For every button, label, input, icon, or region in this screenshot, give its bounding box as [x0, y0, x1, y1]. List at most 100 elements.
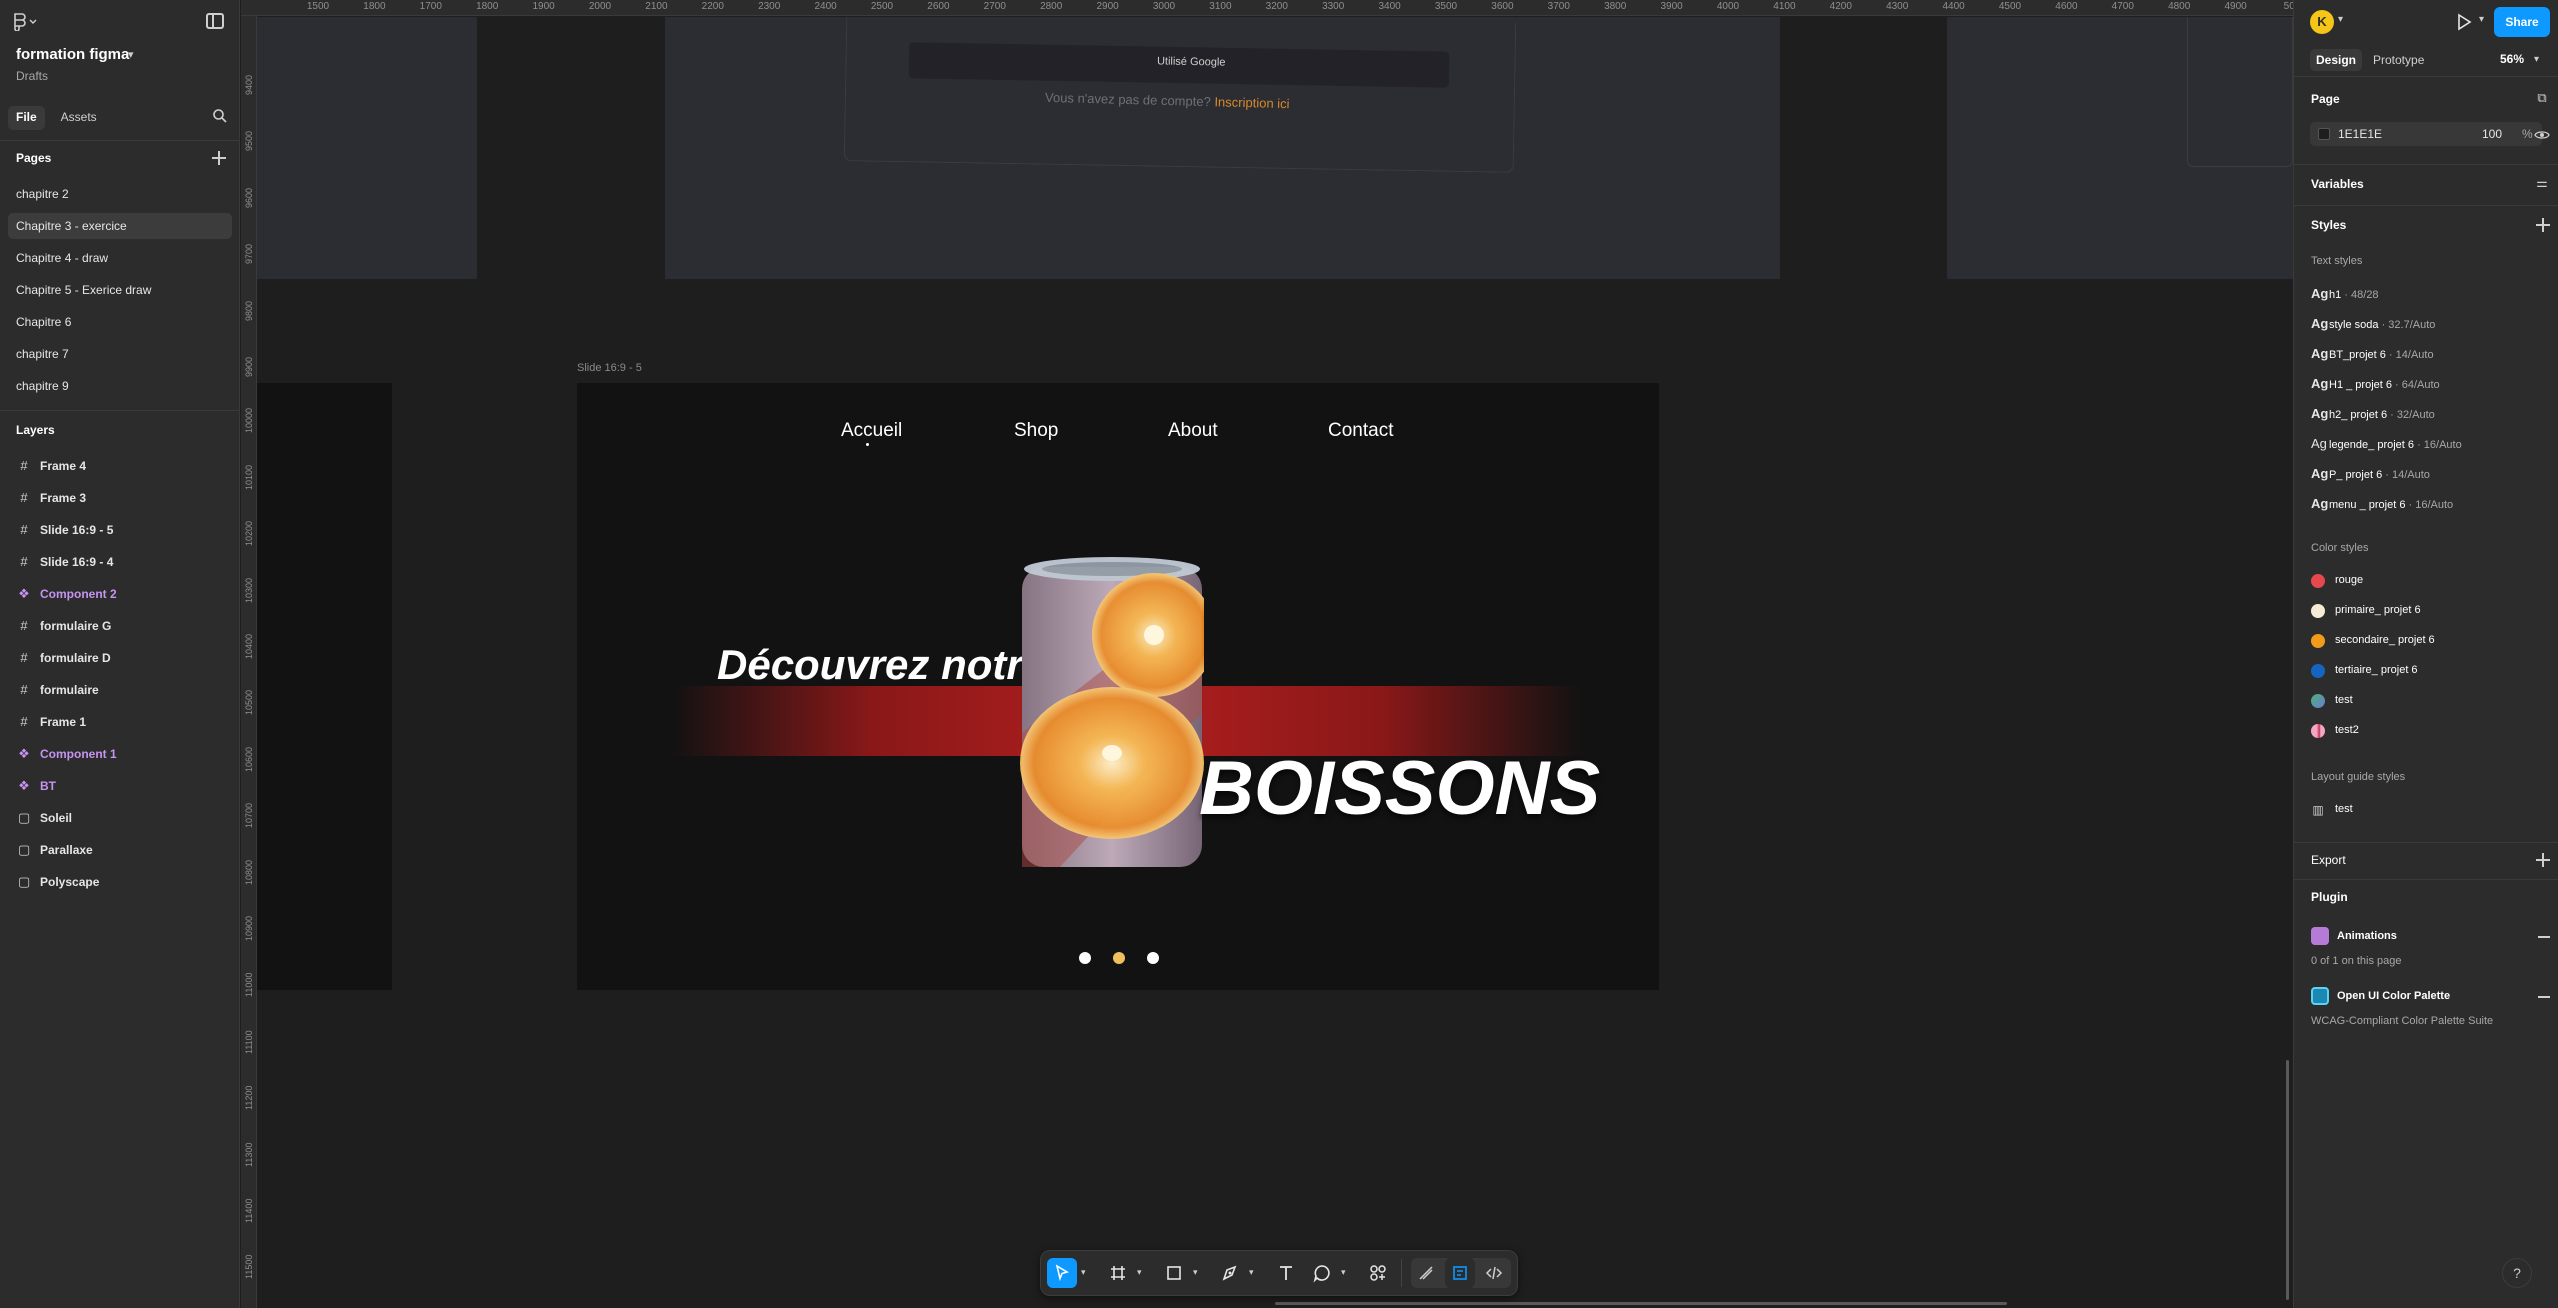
ruler-tick-label: 10700	[244, 803, 254, 829]
frame-top-left[interactable]	[257, 17, 477, 279]
page-item[interactable]: Chapitre 6	[8, 309, 232, 335]
text-style-item[interactable]: Agstyle soda · 32.7/Auto	[2311, 316, 2435, 336]
chevron-down-icon[interactable]: ▾	[1341, 1267, 1346, 1278]
page-color-hex[interactable]: 1E1E1E	[2338, 127, 2382, 141]
file-location[interactable]: Drafts	[16, 69, 48, 83]
actions-button[interactable]	[1363, 1258, 1393, 1288]
ruler-tick-label: 4600	[2055, 1, 2078, 12]
tab-file[interactable]: File	[8, 106, 45, 130]
user-avatar[interactable]: K	[2310, 10, 2334, 34]
frame-icon: #	[20, 490, 28, 505]
text-style-item[interactable]: AgH1 _ projet 6 · 64/Auto	[2311, 376, 2440, 396]
page-item[interactable]: Chapitre 4 - draw	[8, 245, 232, 271]
pen-tool-button[interactable]	[1215, 1258, 1245, 1288]
share-button[interactable]: Share	[2494, 7, 2550, 37]
comment-tool-button[interactable]	[1307, 1258, 1337, 1288]
eye-icon[interactable]	[2534, 127, 2550, 143]
text-style-item[interactable]: Agh2_ projet 6 · 32/Auto	[2311, 406, 2435, 426]
collapse-icon[interactable]	[2538, 996, 2550, 998]
layer-item[interactable]: # formulaire	[8, 677, 232, 703]
headline-boissons[interactable]: BOISSONS	[1199, 745, 1600, 832]
text-style-item[interactable]: Agmenu _ projet 6 · 16/Auto	[2311, 496, 2453, 516]
text-tool-button[interactable]	[1271, 1258, 1301, 1288]
carousel-dot[interactable]	[1147, 952, 1159, 964]
nav-contact[interactable]: Contact	[1328, 420, 1393, 442]
add-style-icon[interactable]	[2536, 218, 2550, 232]
headline-decouvrez[interactable]: Découvrez notre	[717, 641, 1046, 689]
page-item[interactable]: Chapitre 5 - Exerice draw	[8, 277, 232, 303]
horizontal-scrollbar[interactable]	[1275, 1302, 2007, 1305]
layer-item[interactable]: ❖ Component 2	[8, 581, 232, 607]
chevron-down-icon[interactable]: ▾	[2479, 14, 2484, 25]
file-title[interactable]: formation figma	[16, 46, 129, 63]
page-settings-icon[interactable]: ⧉	[2534, 90, 2550, 106]
draw-mode-button[interactable]	[1411, 1258, 1441, 1288]
soda-can-image[interactable]	[1020, 553, 1216, 875]
layer-item[interactable]: # Frame 4	[8, 453, 232, 479]
add-page-icon[interactable]	[212, 151, 226, 165]
signup-link[interactable]: Inscription ici	[1214, 94, 1290, 111]
frame-tool-button[interactable]	[1103, 1258, 1133, 1288]
page-item[interactable]: Chapitre 3 - exercice	[8, 213, 232, 239]
add-export-icon[interactable]	[2536, 853, 2550, 867]
page-item[interactable]: chapitre 2	[8, 181, 232, 207]
layer-item[interactable]: # Frame 1	[8, 709, 232, 735]
variables-settings-icon[interactable]: ⚌	[2534, 175, 2550, 191]
chevron-down-icon[interactable]: ▾	[1249, 1267, 1254, 1278]
frame-label[interactable]: Slide 16:9 - 5	[577, 362, 642, 374]
layer-item[interactable]: ▢ Soleil	[8, 805, 232, 831]
move-tool-button[interactable]	[1047, 1258, 1077, 1288]
shape-tool-button[interactable]	[1159, 1258, 1189, 1288]
layer-item[interactable]: # formulaire G	[8, 613, 232, 639]
text-style-item[interactable]: Ag legende_ projet 6 · 16/Auto	[2311, 436, 2462, 456]
text-style-item[interactable]: AgP_ projet 6 · 14/Auto	[2311, 466, 2430, 486]
ruler-left: 9400 9500 9600 9700 9800 9900 10000 10100 10200 1…	[241, 16, 257, 1308]
nav-accueil[interactable]: Accueil	[841, 420, 902, 442]
plugin-name[interactable]: Open UI Color Palette	[2337, 990, 2450, 1002]
layer-item[interactable]: # formulaire D	[8, 645, 232, 671]
plugin-name[interactable]: Animations	[2337, 930, 2397, 942]
chevron-down-icon[interactable]: ▾	[2338, 14, 2343, 25]
section-icon: ▢	[18, 842, 31, 857]
text-style-item[interactable]: Agh1 · 48/28	[2311, 286, 2379, 306]
page-item[interactable]: chapitre 7	[8, 341, 232, 367]
layer-item[interactable]: ❖ BT	[8, 773, 232, 799]
page-opacity[interactable]: 100	[2482, 127, 2502, 141]
layer-item[interactable]: ❖ Component 1	[8, 741, 232, 767]
layer-item[interactable]: ▢ Polyscape	[8, 869, 232, 895]
carousel-dot-active[interactable]	[1113, 952, 1125, 964]
layer-item[interactable]: # Slide 16:9 - 5	[8, 517, 232, 543]
layer-item[interactable]: # Slide 16:9 - 4	[8, 549, 232, 575]
tab-assets[interactable]: Assets	[53, 106, 105, 130]
slide-4-frame[interactable]	[257, 383, 392, 990]
nav-about[interactable]: About	[1168, 420, 1218, 442]
layer-item[interactable]: # Frame 3	[8, 485, 232, 511]
text-style-item[interactable]: AgBT_projet 6 · 14/Auto	[2311, 346, 2434, 366]
sidebar-toggle-icon[interactable]	[206, 13, 224, 29]
tab-prototype[interactable]: Prototype	[2367, 49, 2430, 71]
frame-icon: #	[20, 618, 28, 633]
collapse-icon[interactable]	[2538, 936, 2550, 938]
carousel-dot[interactable]	[1079, 952, 1091, 964]
present-play-icon[interactable]	[2454, 12, 2474, 32]
chevron-down-icon[interactable]: ▾	[1193, 1267, 1198, 1278]
design-mode-button[interactable]	[1445, 1258, 1475, 1288]
page-item[interactable]: chapitre 9	[8, 373, 232, 399]
help-button[interactable]: ?	[2502, 1258, 2532, 1288]
chevron-down-icon[interactable]: ▾	[1081, 1267, 1086, 1278]
zoom-level[interactable]: 56%	[2500, 52, 2524, 66]
page-color-field[interactable]: 1E1E1E 100 %	[2310, 122, 2542, 146]
chevron-down-icon[interactable]: ▾	[128, 48, 134, 61]
color-swatch[interactable]	[2318, 128, 2330, 140]
search-icon[interactable]	[212, 108, 228, 124]
chevron-down-icon[interactable]: ▾	[2534, 54, 2539, 65]
layer-item[interactable]: ▢ Parallaxe	[8, 837, 232, 863]
vertical-scrollbar[interactable]	[2286, 1060, 2289, 1300]
nav-shop[interactable]: Shop	[1014, 420, 1058, 442]
main-menu-button[interactable]	[14, 12, 44, 32]
dev-mode-button[interactable]	[1479, 1258, 1509, 1288]
chevron-down-icon[interactable]: ▾	[1137, 1267, 1142, 1278]
tab-design[interactable]: Design	[2310, 49, 2363, 71]
design-canvas[interactable]: Utilisé Google Vous n'avez pas de compte…	[257, 17, 2293, 1308]
slide-5-frame[interactable]: Accueil Shop About Contact Découvrez not…	[577, 383, 1659, 990]
